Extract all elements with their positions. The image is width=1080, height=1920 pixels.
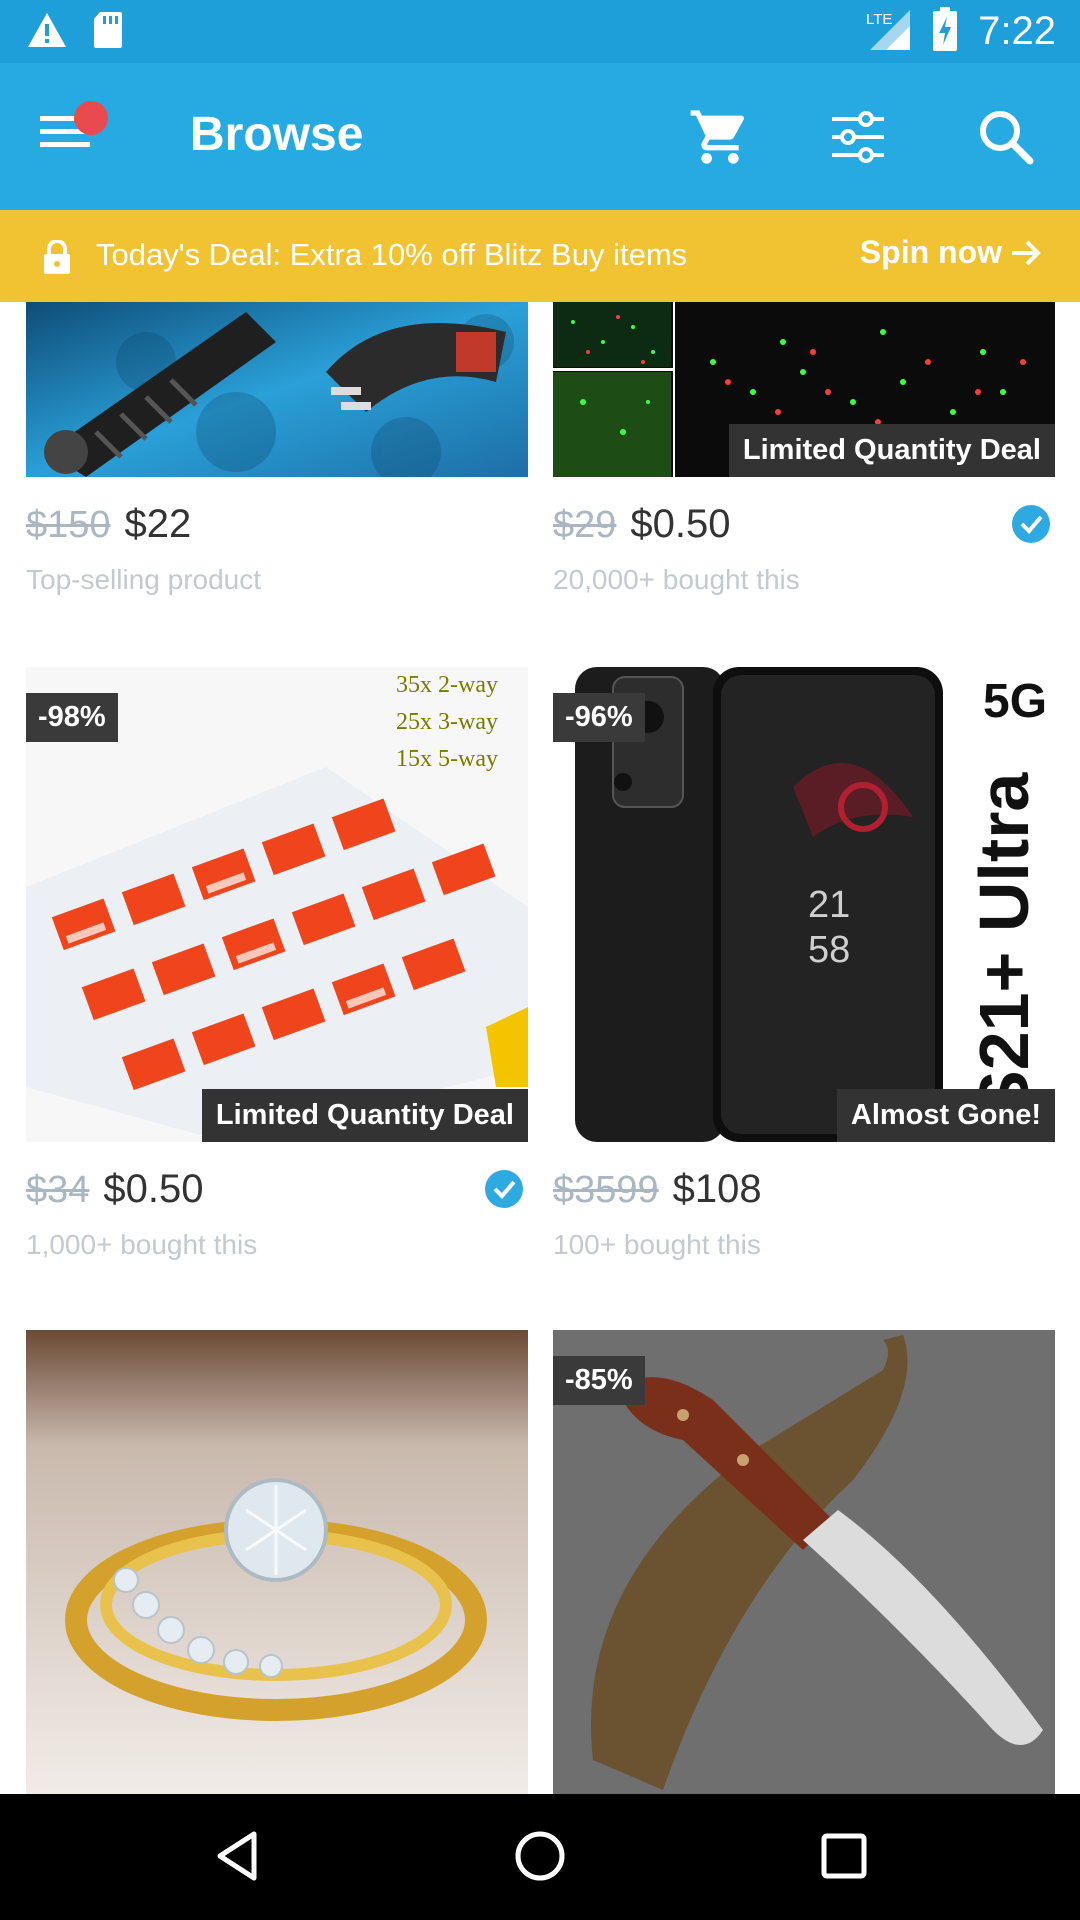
spin-now-label: Spin now: [859, 234, 1002, 270]
cart-button[interactable]: [688, 105, 752, 169]
old-price: $150: [26, 504, 111, 546]
price: $108: [672, 1167, 762, 1211]
price-row: $3599 $108: [553, 1167, 1055, 1217]
old-price: $29: [553, 504, 617, 546]
product-image: Limited Quantity Deal: [553, 302, 1055, 477]
deal-text: Today's Deal: Extra 10% off Blitz Buy it…: [96, 237, 688, 272]
search-button[interactable]: [974, 105, 1038, 169]
price: $0.50: [103, 1167, 204, 1211]
product-grid: $150 $22 Top-selling product Limited Quan…: [0, 302, 1080, 1794]
sd-card-icon: [92, 10, 124, 55]
svg-text:LTE: LTE: [866, 11, 892, 28]
navigation-bar: [0, 1794, 1080, 1920]
lte-signal-icon: LTE: [866, 6, 912, 57]
recents-icon: [821, 1833, 867, 1879]
image-text-model: S21+ Ultra: [965, 772, 1043, 1117]
home-button[interactable]: [510, 1826, 570, 1886]
clock: 7:22: [978, 9, 1056, 53]
old-price: $34: [26, 1169, 90, 1211]
recents-button[interactable]: [814, 1826, 874, 1886]
product-image: 21 58 5G S21+ Ultra -96% Almost Gone!: [553, 667, 1055, 1142]
lock-icon: [42, 239, 72, 279]
notification-dot: [74, 101, 108, 135]
old-price: $3599: [553, 1169, 659, 1211]
back-button[interactable]: [208, 1826, 268, 1886]
cart-icon: [690, 110, 745, 164]
image-text-3way: 25x 3-way: [396, 709, 498, 735]
price: $22: [124, 502, 192, 546]
battery-charging-icon: [932, 7, 958, 56]
arrow-right-icon: [1012, 240, 1041, 265]
spin-now-button[interactable]: Spin now: [860, 234, 1042, 271]
price-row: $150 $22: [26, 502, 528, 552]
deal-tag: Limited Quantity Deal: [201, 1089, 528, 1142]
filter-button[interactable]: [826, 105, 890, 169]
deal-banner[interactable]: Today's Deal: Extra 10% off Blitz Buy it…: [0, 210, 1080, 302]
app-bar: Browse: [0, 63, 1080, 210]
product-subtitle: 100+ bought this: [553, 1229, 761, 1260]
discount-badge: -96%: [553, 693, 645, 742]
price: $0.50: [630, 502, 731, 546]
image-text-2way: 35x 2-way: [396, 672, 498, 698]
product-subtitle: Top-selling product: [26, 564, 262, 595]
product-image: -85%: [553, 1330, 1055, 1794]
verified-check-icon: [485, 1170, 523, 1208]
discount-badge: -98%: [26, 693, 118, 742]
search-icon: [980, 111, 1034, 165]
product-subtitle: 1,000+ bought this: [26, 1229, 258, 1260]
phone-clock-minute: 58: [808, 929, 850, 971]
product-subtitle: 20,000+ bought this: [553, 564, 800, 595]
home-icon: [515, 1831, 565, 1881]
image-text-5way: 15x 5-way: [396, 746, 498, 772]
page-title: Browse: [190, 108, 364, 161]
product-image: [26, 302, 528, 477]
product-image: 35x 2-way 25x 3-way 15x 5-way -98% Limit…: [26, 667, 528, 1142]
price-row: $29 $0.50: [553, 502, 1055, 552]
price-row: $34 $0.50: [26, 1167, 528, 1217]
verified-check-icon: [1012, 505, 1050, 543]
deal-tag: Limited Quantity Deal: [728, 424, 1055, 477]
image-text-5g: 5G: [983, 675, 1047, 728]
product-image: [26, 1330, 528, 1794]
phone-clock-hour: 21: [808, 884, 850, 926]
status-bar: LTE 7:22: [0, 0, 1080, 63]
filter-icon: [832, 111, 884, 163]
back-icon: [217, 1831, 257, 1881]
deal-tag: Almost Gone!: [836, 1089, 1055, 1142]
discount-badge: -85%: [553, 1356, 645, 1405]
warning-icon: [26, 11, 68, 54]
